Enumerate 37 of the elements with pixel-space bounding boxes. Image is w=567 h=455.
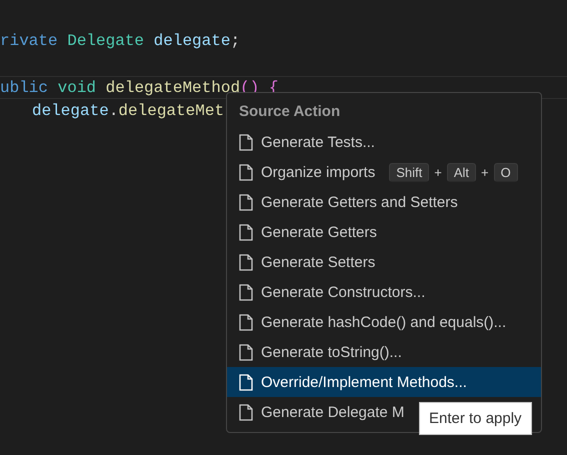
code-token: . (108, 101, 118, 122)
code-token: Delegate (66, 30, 144, 51)
code-token: void (56, 78, 96, 98)
menu-title: Source Action (238, 102, 342, 122)
plus-sign: + (434, 164, 442, 180)
code-token: delegateMet (118, 101, 224, 122)
file-icon (239, 314, 253, 330)
code-token: delegate (152, 30, 230, 51)
file-icon (239, 194, 253, 210)
menu-item[interactable]: Generate Getters (227, 217, 385, 247)
file-icon (239, 254, 253, 270)
file-icon (239, 374, 253, 390)
file-icon (239, 134, 253, 150)
code-token: rivate (0, 30, 58, 51)
keycap: Shift (389, 162, 430, 182)
menu-item[interactable]: Generate Delegate M (227, 397, 412, 427)
menu-item[interactable]: Generate Constructors... (227, 277, 434, 307)
code-token: ublic (0, 78, 48, 98)
menu-item[interactable]: Generate Tests... (227, 127, 383, 157)
tooltip: Enter to apply (419, 402, 532, 435)
code-token: delegate (32, 101, 109, 122)
keycap: Alt (446, 162, 476, 182)
file-icon (239, 284, 253, 300)
code-token: ; (230, 30, 240, 51)
menu-item[interactable]: Organize imports Shift + Alt + O (227, 157, 526, 187)
menu-item[interactable]: Generate Setters (227, 247, 384, 277)
file-icon (239, 344, 253, 360)
file-icon (239, 404, 253, 420)
keycap: O (494, 162, 518, 182)
menu-item[interactable]: Override/Implement Methods... (227, 367, 541, 397)
file-icon (239, 164, 253, 180)
file-icon (239, 224, 253, 240)
menu-item[interactable]: Generate Getters and Setters (227, 187, 466, 217)
menu-item[interactable]: Generate hashCode() and equals()... (227, 307, 514, 337)
menu-item[interactable]: Generate toString()... (227, 337, 410, 367)
code-token: delegateMethod (104, 78, 240, 98)
plus-sign: + (481, 164, 489, 180)
